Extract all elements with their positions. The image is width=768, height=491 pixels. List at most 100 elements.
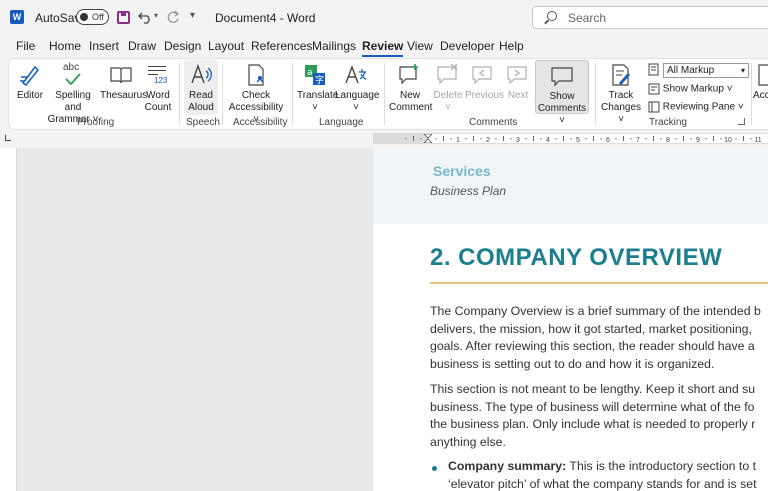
- read-aloud-button[interactable]: Read Aloud: [184, 60, 218, 115]
- ruler-tick: [480, 138, 482, 140]
- reviewing-pane-label: Reviewing Pane ˅: [662, 101, 744, 113]
- section-heading: 2. COMPANY OVERVIEW: [430, 244, 723, 271]
- tab-insert[interactable]: Insert: [89, 39, 119, 53]
- ruler-number: 6: [606, 137, 610, 143]
- tab-file[interactable]: File: [16, 39, 35, 53]
- reviewing-pane-button[interactable]: Reviewing Pane ˅: [648, 101, 744, 113]
- language-group-label: Language: [319, 117, 364, 128]
- horizontal-ruler[interactable]: 1 2 3 4 5 6 7 8 9 10 11: [373, 133, 768, 144]
- ruler-number: 1: [456, 137, 460, 143]
- paragraph-1: The Company Overview is a brief summary …: [430, 303, 768, 373]
- track-changes-icon: [612, 64, 630, 86]
- speech-group-label: Speech: [186, 117, 220, 128]
- search-box[interactable]: Search: [532, 6, 768, 29]
- ruler-tick: [443, 136, 444, 141]
- ruler-tick: [653, 136, 654, 141]
- ruler-number: 3: [516, 137, 520, 143]
- show-comments-button[interactable]: Show Comments ˅: [535, 60, 589, 126]
- indent-marker-icon[interactable]: [423, 134, 433, 143]
- ruler-tick: [735, 138, 737, 140]
- proofing-group-label: Proofing: [77, 117, 115, 128]
- display-for-review-select[interactable]: All Markup ▾: [663, 63, 749, 78]
- language-caret: ˅: [353, 102, 359, 113]
- ribbon: Editor abc Spelling and Grammar ˅ Thesau…: [8, 58, 768, 130]
- ruler-row: 1 2 3 4 5 6 7 8 9 10 11: [0, 131, 768, 146]
- undo-dropdown-icon[interactable]: ▾: [154, 11, 158, 20]
- tab-references[interactable]: References: [251, 39, 312, 53]
- accept-button[interactable]: Acc: [753, 63, 768, 102]
- separator: [751, 63, 752, 125]
- page-header: Services Business Plan: [373, 148, 768, 224]
- ruler-number: 4: [546, 137, 550, 143]
- ruler-tick: [683, 136, 684, 141]
- next-comment-icon: [507, 66, 527, 85]
- ruler-tick: [420, 138, 422, 140]
- translate-label: Translate: [297, 90, 339, 101]
- ruler-number: 8: [666, 137, 670, 143]
- word-count-button[interactable]: 123 Word Count: [143, 63, 173, 114]
- show-markup-icon: [648, 83, 660, 95]
- tab-mailings[interactable]: Mailings: [312, 39, 356, 53]
- ruler-tick: [623, 136, 624, 141]
- tracking-dialog-launcher-icon[interactable]: [738, 118, 745, 125]
- separator: [384, 63, 385, 125]
- check-accessibility-label-1: Check: [241, 90, 271, 101]
- comments-group-label: Comments: [469, 117, 518, 128]
- ruler-tick: [743, 136, 744, 141]
- separator: [595, 63, 596, 125]
- ruler-tick: [705, 138, 707, 140]
- read-aloud-label-1: Read: [189, 90, 213, 101]
- save-icon[interactable]: [117, 11, 130, 24]
- tab-draw[interactable]: Draw: [128, 39, 156, 53]
- ruler-tick: [585, 138, 587, 140]
- show-markup-button[interactable]: Show Markup ˅: [648, 83, 733, 95]
- ruler-tick: [593, 136, 594, 141]
- autosave-state: Off: [92, 12, 104, 22]
- accessibility-check-icon: [248, 64, 264, 86]
- thesaurus-button[interactable]: Thesaurus: [100, 63, 147, 102]
- tab-help[interactable]: Help: [499, 39, 524, 53]
- ruler-tick: [660, 138, 662, 140]
- customize-toolbar-icon[interactable]: ▾: [190, 10, 195, 21]
- ruler-number: 11: [754, 137, 761, 143]
- word-count-label-1: Word: [146, 90, 170, 101]
- track-changes-label-1: Track: [608, 90, 634, 101]
- tab-layout[interactable]: Layout: [208, 39, 244, 53]
- tracking-group-label: Tracking: [649, 117, 687, 128]
- ruler-tick: [405, 138, 407, 140]
- svg-text:字: 字: [315, 74, 324, 86]
- text-line: business. The type of business will dete…: [430, 399, 755, 414]
- ruler-tick: [495, 138, 497, 140]
- redo-icon[interactable]: [166, 10, 180, 24]
- translate-button[interactable]: a字 Translate ˅: [297, 63, 338, 114]
- tab-developer[interactable]: Developer: [440, 39, 495, 53]
- document-page[interactable]: Services Business Plan 2. COMPANY OVERVI…: [373, 148, 768, 491]
- language-button[interactable]: Language ˅: [335, 63, 380, 114]
- autosave-toggle[interactable]: Off: [76, 9, 109, 25]
- undo-icon[interactable]: [138, 10, 152, 24]
- ruler-tick: [450, 138, 452, 140]
- ruler-tick: [750, 138, 752, 140]
- tab-selector-icon[interactable]: [5, 135, 11, 141]
- delete-comment-button[interactable]: Delete ˅: [432, 63, 464, 114]
- accept-label: Acc: [753, 90, 768, 101]
- thesaurus-label: Thesaurus: [100, 90, 148, 101]
- read-aloud-label-2: Aloud: [188, 102, 214, 113]
- ruler-ticks: 1 2 3 4 5 6 7 8 9 10 11: [405, 134, 762, 143]
- editor-button[interactable]: Editor: [15, 63, 45, 102]
- track-changes-button[interactable]: Track Changes ˅: [599, 63, 643, 126]
- previous-comment-button[interactable]: Previous: [465, 63, 504, 102]
- ruler-number: 10: [724, 137, 732, 143]
- accept-icon: [758, 64, 768, 86]
- tab-view[interactable]: View: [407, 39, 433, 53]
- tab-home[interactable]: Home: [49, 39, 81, 53]
- ruler-number: 2: [486, 137, 490, 143]
- text-line: delivers, the mission, how it got starte…: [430, 321, 752, 336]
- search-placeholder: Search: [568, 11, 607, 25]
- ruler-number: 7: [636, 137, 640, 143]
- tab-review[interactable]: Review: [362, 39, 404, 57]
- tab-design[interactable]: Design: [164, 39, 201, 53]
- ruler-tick: [435, 138, 437, 140]
- next-comment-button[interactable]: Next: [503, 63, 533, 102]
- new-comment-button[interactable]: New Comment: [389, 63, 432, 114]
